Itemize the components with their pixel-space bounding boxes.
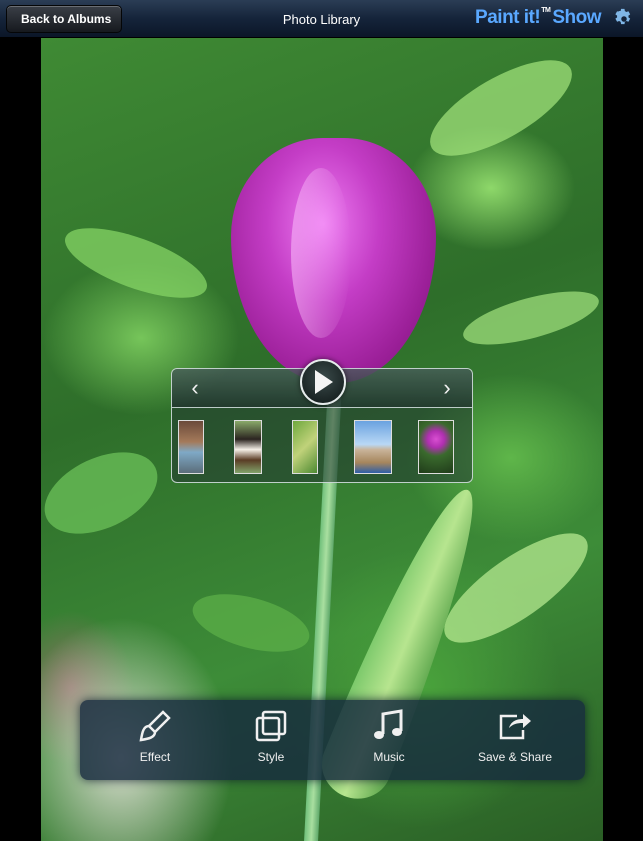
music-button[interactable]: Music	[334, 708, 444, 764]
fern-stroke	[458, 280, 603, 356]
bottom-toolbar: Effect Style Music Save & Share	[80, 700, 585, 780]
layers-icon	[255, 710, 287, 742]
fern-stroke	[416, 42, 586, 174]
brush-icon	[139, 710, 171, 742]
save-share-label: Save & Share	[477, 750, 553, 764]
style-button[interactable]: Style	[216, 708, 326, 764]
logo-trademark: TM	[541, 7, 551, 14]
effect-button[interactable]: Effect	[100, 708, 210, 764]
gear-icon[interactable]	[613, 8, 635, 30]
thumbnail-archway[interactable]	[178, 420, 204, 474]
save-share-button[interactable]: Save & Share	[452, 708, 578, 764]
fern-stroke	[186, 583, 316, 663]
music-note-icon	[374, 709, 403, 739]
slideshow-panel: ‹ ›	[171, 359, 473, 483]
fern-stroke	[56, 213, 216, 313]
thumbnail-dog[interactable]	[234, 420, 262, 474]
fern-stroke	[41, 435, 171, 551]
thumbnail-tower[interactable]	[354, 420, 392, 474]
logo-show-text: Show	[552, 7, 601, 28]
chevron-right-icon[interactable]: ›	[436, 376, 458, 400]
chevron-left-icon[interactable]: ‹	[184, 376, 206, 400]
style-label: Style	[257, 750, 285, 764]
play-icon[interactable]	[300, 359, 346, 405]
top-navigation-bar: Back to Albums Photo Library Paint it!TM…	[0, 0, 643, 38]
thumbnail-tulip[interactable]	[418, 420, 454, 474]
share-icon	[499, 714, 531, 740]
app-logo: Paint it!TM Show	[475, 7, 601, 29]
logo-main-text: Paint it!	[475, 7, 541, 28]
tulip-flower	[231, 138, 436, 383]
music-label: Music	[373, 750, 405, 764]
thumbnail-grass[interactable]	[292, 420, 318, 474]
effect-label: Effect	[139, 750, 171, 764]
